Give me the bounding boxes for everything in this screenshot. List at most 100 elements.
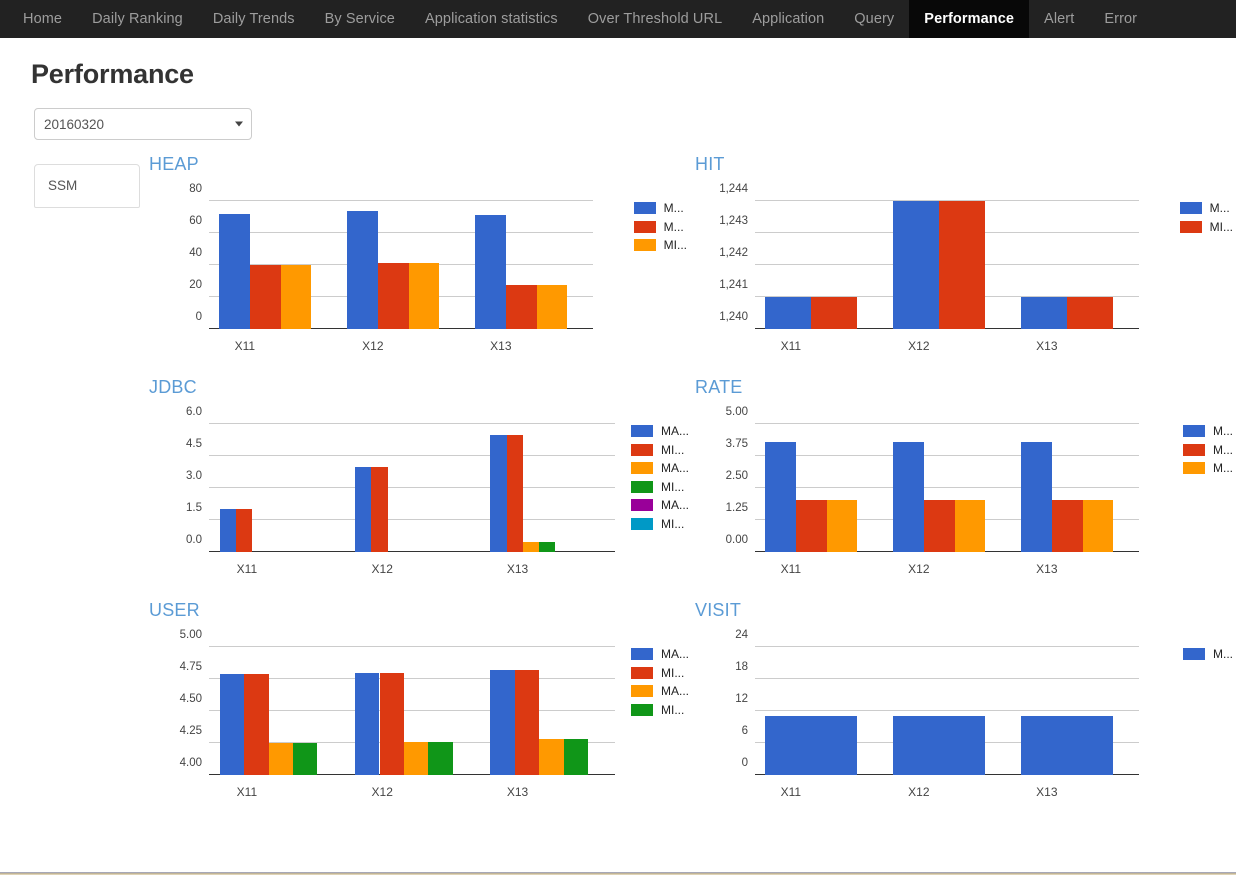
legend-item[interactable]: M... <box>1183 441 1233 460</box>
nav-item-error[interactable]: Error <box>1089 0 1152 38</box>
bar[interactable] <box>428 741 453 775</box>
bar[interactable] <box>1021 441 1052 552</box>
bar[interactable] <box>236 509 253 552</box>
bar[interactable] <box>893 716 986 775</box>
legend-item[interactable]: M... <box>633 218 687 237</box>
legend-item[interactable]: M... <box>1183 422 1233 441</box>
nav-item-over-threshold-url[interactable]: Over Threshold URL <box>573 0 738 38</box>
bar[interactable] <box>355 466 372 552</box>
bar[interactable] <box>954 499 986 552</box>
bar[interactable] <box>355 672 380 775</box>
bar[interactable] <box>826 499 858 552</box>
nav-item-by-service[interactable]: By Service <box>310 0 410 38</box>
legend-item[interactable]: MI... <box>633 236 687 255</box>
legend-item[interactable]: MI... <box>630 701 689 720</box>
nav-item-daily-ranking[interactable]: Daily Ranking <box>77 0 198 38</box>
bar[interactable] <box>795 499 827 552</box>
chart-title: USER <box>149 600 200 620</box>
bar[interactable] <box>893 441 924 552</box>
bar[interactable] <box>268 743 293 775</box>
nav-item-performance[interactable]: Performance <box>909 0 1030 38</box>
legend-item[interactable]: MA... <box>630 645 689 664</box>
bar[interactable] <box>539 542 556 552</box>
bar[interactable] <box>506 434 523 552</box>
bar[interactable] <box>536 285 568 329</box>
bar[interactable] <box>765 297 812 329</box>
nav-item-application-statistics[interactable]: Application statistics <box>410 0 573 38</box>
legend-item[interactable]: MA... <box>630 496 689 515</box>
y-axis-tick-label: 6 <box>741 725 748 737</box>
bar[interactable] <box>893 201 940 329</box>
bar[interactable] <box>514 670 540 775</box>
category-group: X12 <box>337 201 465 353</box>
chart-panel-visit: VISIT 0 6 12 18 24 X11 X12 X13 M... <box>695 590 1236 813</box>
bar[interactable] <box>765 442 796 552</box>
application-listbox[interactable]: SSM <box>34 164 140 208</box>
legend-color-swatch <box>630 499 653 512</box>
legend-item[interactable]: M... <box>1183 459 1233 478</box>
legend-color-swatch <box>1183 462 1205 475</box>
bar[interactable] <box>1051 499 1083 552</box>
x-axis-tick-label: X12 <box>908 339 930 353</box>
legend-color-swatch <box>630 462 653 475</box>
bar[interactable] <box>219 509 237 552</box>
legend-label: MA... <box>660 498 689 513</box>
category-group: X11 <box>755 647 883 799</box>
bar[interactable] <box>765 716 858 775</box>
nav-item-alert[interactable]: Alert <box>1029 0 1089 38</box>
nav-item-application[interactable]: Application <box>737 0 839 38</box>
bar[interactable] <box>490 434 507 552</box>
bar[interactable] <box>505 285 537 329</box>
bar[interactable] <box>563 739 588 775</box>
legend-item[interactable]: M... <box>1179 199 1233 218</box>
bar[interactable] <box>522 542 540 552</box>
legend-item[interactable]: MI... <box>1179 218 1233 237</box>
nav-item-home[interactable]: Home <box>8 0 77 38</box>
bar[interactable] <box>1021 716 1114 775</box>
bar[interactable] <box>1021 297 1068 329</box>
chart-legend: MA... MI... MA... MI... <box>630 645 689 720</box>
legend-color-swatch <box>1183 443 1205 456</box>
legend-item[interactable]: M... <box>633 199 687 218</box>
bar[interactable] <box>377 263 409 329</box>
legend-item[interactable]: MI... <box>630 478 689 497</box>
bar[interactable] <box>939 201 986 329</box>
category-group: X11 <box>209 647 344 799</box>
bar[interactable] <box>811 297 858 329</box>
y-axis-tick-label: 60 <box>189 215 202 227</box>
bar[interactable] <box>371 466 388 552</box>
chart-canvas: 0.00 1.25 2.50 3.75 5.00 X11 X12 X13 M... M... M..… <box>695 406 1236 590</box>
bar[interactable] <box>475 215 506 329</box>
legend-item[interactable]: MA... <box>630 682 689 701</box>
bar[interactable] <box>403 741 429 775</box>
legend-item[interactable]: MA... <box>630 459 689 478</box>
legend-item[interactable]: M... <box>1183 645 1233 664</box>
legend-color-swatch <box>633 202 656 215</box>
legend-item[interactable]: MA... <box>630 422 689 441</box>
legend-item[interactable]: MI... <box>630 664 689 683</box>
nav-item-daily-trends[interactable]: Daily Trends <box>198 0 310 38</box>
nav-item-query[interactable]: Query <box>839 0 909 38</box>
bar[interactable] <box>490 670 515 775</box>
bar[interactable] <box>1082 499 1114 552</box>
x-axis-tick-label: X12 <box>371 785 393 799</box>
date-select[interactable]: 20160320 <box>34 108 252 140</box>
bar[interactable] <box>292 743 318 775</box>
bar[interactable] <box>1067 297 1114 329</box>
bar[interactable] <box>408 263 440 329</box>
legend-item[interactable]: MI... <box>630 441 689 460</box>
bar[interactable] <box>219 213 250 329</box>
legend-label: MA... <box>660 461 689 476</box>
bar[interactable] <box>347 210 378 329</box>
bar[interactable] <box>923 499 955 552</box>
bar[interactable] <box>219 673 245 775</box>
application-list-item[interactable]: SSM <box>35 165 139 193</box>
bar[interactable] <box>539 739 564 775</box>
bar[interactable] <box>244 673 269 775</box>
bar[interactable] <box>379 672 404 775</box>
bar[interactable] <box>280 265 312 329</box>
legend-label: M... <box>1209 201 1230 216</box>
legend-item[interactable]: MI... <box>630 515 689 534</box>
chart-legend: M... M... M... <box>1183 422 1233 478</box>
bar[interactable] <box>249 265 281 329</box>
